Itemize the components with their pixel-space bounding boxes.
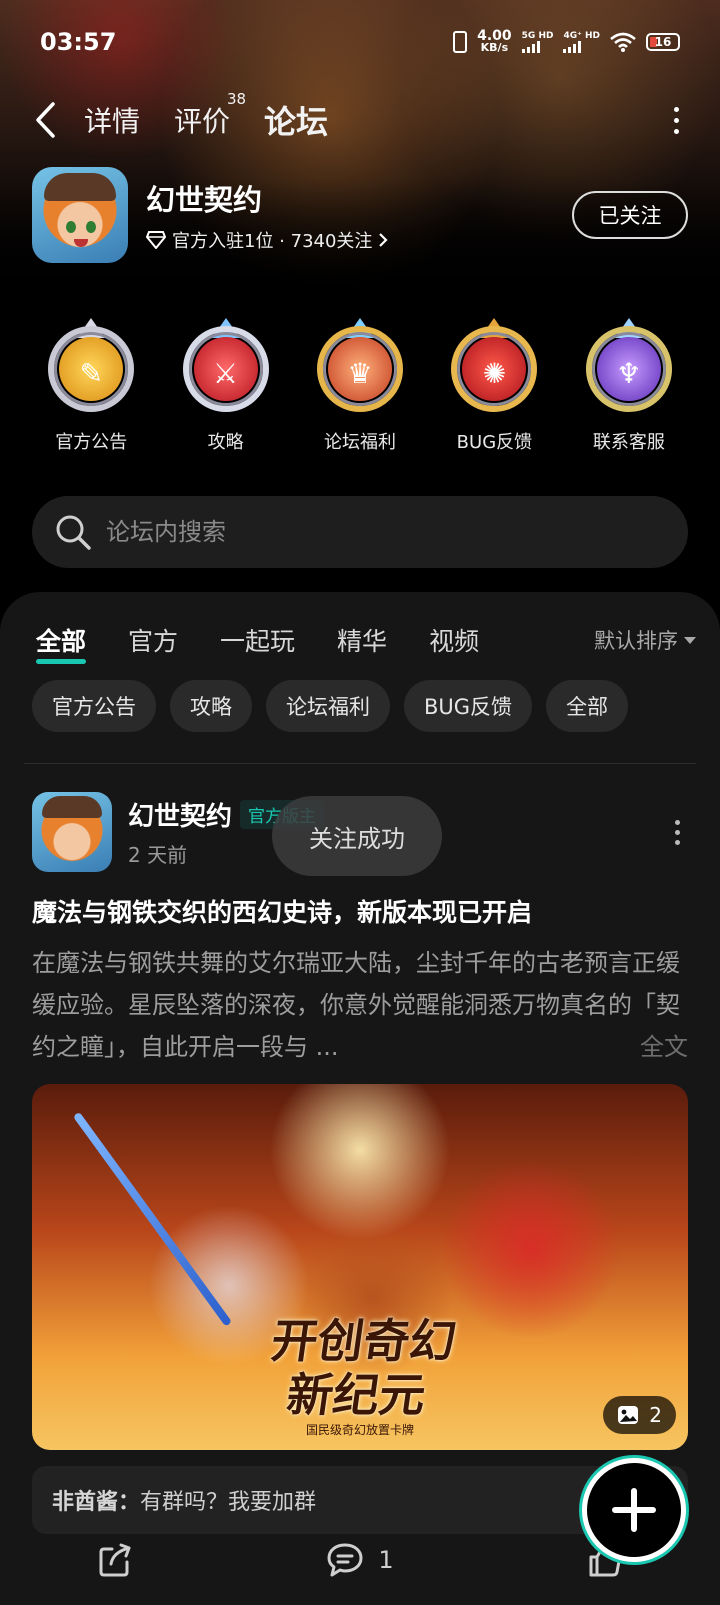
filter-tab-play-together[interactable]: 一起玩: [220, 622, 295, 658]
signal-bars-icon: [521, 41, 540, 53]
read-full-text-link[interactable]: 全文: [634, 1026, 688, 1068]
tab-reviews[interactable]: 评价 38: [174, 90, 246, 140]
category-guides[interactable]: ⚔ 攻略: [158, 318, 292, 454]
forum-search-bar[interactable]: [32, 496, 688, 568]
signal-sim2-label: 4G⁺ HD: [563, 31, 600, 41]
comment-count: 1: [378, 1546, 394, 1574]
category-label: 论坛福利: [324, 432, 397, 453]
follow-success-toast: 关注成功: [272, 796, 442, 876]
comment-icon: [327, 1543, 363, 1577]
vibrate-icon: [453, 31, 468, 53]
divider: [24, 763, 696, 764]
service-badge-icon: ♆: [583, 318, 675, 416]
filter-tab-featured[interactable]: 精华: [337, 622, 387, 658]
spear-illustration: [72, 1111, 233, 1327]
battery-icon: 16: [646, 33, 680, 51]
forum-feed-sheet: 全部 官方 一起玩 精华 视频 默认排序 官方公告 攻略 论坛福利 BUG反馈 …: [0, 592, 720, 1605]
comment-text: 有群吗？我要加群: [140, 1490, 317, 1515]
category-label: 官方公告: [55, 432, 128, 453]
post-image[interactable]: 开创奇幻 新纪元 国民级奇幻放置卡牌 2: [32, 1084, 688, 1450]
poster-title: 开创奇幻 新纪元: [32, 1314, 688, 1422]
post-author-name[interactable]: 幻世契约: [128, 796, 232, 833]
chevron-right-icon: [379, 233, 388, 247]
poster-subtitle: 国民级奇幻放置卡牌: [305, 1423, 414, 1437]
post-more-icon[interactable]: [675, 819, 688, 845]
signal-sim1-label: 5G HD: [521, 31, 554, 41]
category-label: 联系客服: [592, 432, 665, 453]
status-bar: 03:57 4.00 KB/s 5G HD 4G⁺ HD 16: [40, 22, 680, 62]
feed-post[interactable]: 幻世契约 官方版主 2 天前 关注成功 魔法与钢铁交织的西幻史诗，新版本现已开启…: [32, 792, 688, 1534]
category-official-announcements[interactable]: ✎ 官方公告: [24, 318, 158, 454]
chevron-left-icon: [36, 102, 55, 138]
plus-icon: [612, 1488, 656, 1532]
signal-bars-icon: [563, 41, 582, 53]
filter-tab-official[interactable]: 官方: [128, 622, 178, 658]
poster-title-line2: 新纪元: [283, 1368, 429, 1422]
tab-forum[interactable]: 论坛: [264, 97, 329, 143]
guide-badge-icon: ⚔: [180, 318, 272, 416]
benefits-badge-icon: ♛: [314, 318, 406, 416]
network-speed-unit: KB/s: [480, 41, 509, 54]
share-button[interactable]: [97, 1542, 133, 1578]
category-forum-benefits[interactable]: ♛ 论坛福利: [293, 318, 427, 454]
new-post-button[interactable]: [582, 1458, 686, 1562]
image-count-badge: 2: [603, 1396, 676, 1434]
bug-badge-icon: ✺: [448, 318, 540, 416]
image-gallery-icon: [618, 1406, 639, 1424]
filter-tab-video[interactable]: 视频: [429, 622, 479, 658]
image-count: 2: [649, 1403, 662, 1427]
app-info-header: 幻世契约 官方入驻1位 · 7340关注 已关注: [32, 167, 688, 263]
top-navigation: 详情 评价 38 论坛: [34, 90, 686, 148]
chip-all[interactable]: 全部: [546, 680, 629, 732]
feed-filter-tabs: 全部 官方 一起玩 精华 视频 默认排序: [36, 618, 696, 664]
signal-sim2: 4G⁺ HD: [563, 31, 600, 53]
share-icon: [99, 1543, 131, 1577]
post-header: 幻世契约 官方版主 2 天前 关注成功: [32, 792, 688, 876]
back-button[interactable]: [34, 96, 74, 144]
network-speed: 4.00 KB/s: [477, 29, 512, 54]
app-follow-stats[interactable]: 官方入驻1位 · 7340关注: [146, 227, 572, 253]
app-meta: 幻世契约 官方入驻1位 · 7340关注: [146, 177, 572, 253]
chip-official-announcements[interactable]: 官方公告: [32, 680, 156, 732]
diamond-icon: [146, 231, 166, 249]
comment-user: 非酋酱：: [52, 1490, 141, 1515]
avatar[interactable]: [32, 792, 112, 872]
tab-details[interactable]: 详情: [84, 100, 140, 140]
chip-bug-report[interactable]: BUG反馈: [404, 680, 533, 732]
tab-reviews-label: 评价: [174, 105, 231, 138]
announcement-badge-icon: ✎: [45, 318, 137, 416]
forum-category-row: ✎ 官方公告 ⚔ 攻略 ♛ 论坛福利 ✺ BUG反馈 ♆ 联系客服: [24, 318, 696, 454]
category-customer-service[interactable]: ♆ 联系客服: [562, 318, 696, 454]
filter-tab-all[interactable]: 全部: [36, 622, 87, 664]
sort-dropdown[interactable]: 默认排序: [594, 625, 696, 655]
follow-button[interactable]: 已关注: [572, 191, 688, 239]
search-input[interactable]: [106, 518, 626, 546]
app-name: 幻世契约: [146, 183, 263, 217]
status-time: 03:57: [40, 28, 117, 56]
status-icons: 4.00 KB/s 5G HD 4G⁺ HD 16: [453, 29, 680, 54]
category-label: 攻略: [207, 432, 244, 453]
wifi-icon: [610, 32, 636, 52]
reviews-count-badge: 38: [226, 90, 247, 108]
signal-sim1: 5G HD: [521, 31, 554, 53]
chip-forum-benefits[interactable]: 论坛福利: [266, 680, 390, 732]
post-body[interactable]: 在魔法与钢铁共舞的艾尔瑞亚大陆，尘封千年的古老预言正缓缓应验。星辰坠落的深夜，你…: [32, 942, 688, 1068]
app-subtitle: 官方入驻1位 · 7340关注: [172, 231, 373, 252]
poster-title-line1: 开创奇幻: [268, 1314, 460, 1368]
caret-down-icon: [684, 636, 696, 644]
comment-button[interactable]: 1: [326, 1542, 394, 1578]
category-bug-report[interactable]: ✺ BUG反馈: [427, 318, 561, 454]
search-icon: [56, 515, 91, 550]
category-label: BUG反馈: [456, 432, 533, 453]
chip-guides[interactable]: 攻略: [170, 680, 252, 732]
topic-chips: 官方公告 攻略 论坛福利 BUG反馈 全部: [32, 680, 700, 732]
post-body-text: 在魔法与钢铁共舞的艾尔瑞亚大陆，尘封千年的古老预言正缓缓应验。星辰坠落的深夜，你…: [32, 949, 680, 1061]
sort-label: 默认排序: [594, 629, 678, 653]
app-icon[interactable]: [32, 167, 128, 263]
post-title[interactable]: 魔法与钢铁交织的西幻史诗，新版本现已开启: [32, 896, 688, 930]
more-options-icon[interactable]: [666, 106, 686, 134]
battery-level: 16: [654, 35, 672, 49]
